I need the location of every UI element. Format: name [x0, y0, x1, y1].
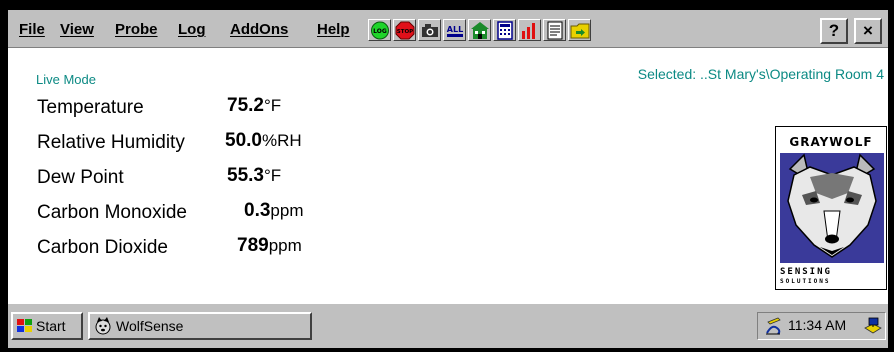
- bar-chart-button[interactable]: [518, 19, 541, 41]
- building-icon: [471, 22, 489, 39]
- carbon-dioxide-label: Carbon Dioxide: [37, 237, 168, 258]
- tray-schedule-icon[interactable]: [764, 316, 784, 336]
- stop-button[interactable]: STOP: [393, 19, 416, 41]
- humidity-value: 50.0%RH: [225, 130, 302, 151]
- camera-icon: [422, 24, 438, 37]
- carbon-monoxide-label: Carbon Monoxide: [37, 202, 187, 223]
- calculator-icon: [497, 21, 513, 40]
- menu-bar: File View Probe Log AddOns Help LOG STOP: [8, 10, 888, 48]
- wolf-icon: [780, 153, 884, 263]
- all-icon: ALL: [447, 25, 463, 37]
- folder-icon: [570, 23, 590, 39]
- camera-button[interactable]: [418, 19, 441, 41]
- dew-point-label: Dew Point: [37, 167, 124, 188]
- building-button[interactable]: [468, 19, 491, 41]
- temperature-value: 75.2°F: [227, 95, 282, 116]
- dew-point-value: 55.3°F: [227, 165, 282, 186]
- folder-button[interactable]: [568, 19, 591, 41]
- menu-addons[interactable]: AddOns: [230, 21, 288, 38]
- start-button[interactable]: Start: [11, 312, 83, 340]
- help-button[interactable]: ?: [820, 18, 848, 44]
- logo-title: GRAYWOLF: [789, 135, 873, 149]
- clock[interactable]: 11:34 AM: [788, 317, 846, 333]
- stop-icon: STOP: [395, 21, 415, 40]
- svg-text:LOG: LOG: [373, 28, 387, 35]
- log-icon: LOG: [371, 21, 389, 40]
- logo-subtitle: SENSING: [780, 267, 832, 277]
- desktop-icon[interactable]: [862, 315, 884, 337]
- bar-chart-icon: [522, 23, 535, 39]
- selected-location-label: Selected: ..St Mary's\Operating Room 4: [637, 66, 884, 82]
- humidity-label: Relative Humidity: [37, 132, 185, 153]
- report-icon: [547, 21, 563, 40]
- mode-label: Live Mode: [36, 72, 96, 87]
- windows-logo-icon: [17, 319, 32, 332]
- wolf-app-icon: [95, 317, 111, 335]
- menu-probe[interactable]: Probe: [115, 21, 158, 38]
- calculator-button[interactable]: [493, 19, 516, 41]
- svg-text:ALL: ALL: [447, 25, 463, 34]
- svg-text:STOP: STOP: [397, 29, 413, 35]
- logo-subtitle-small: SOLUTIONS: [780, 278, 831, 285]
- carbon-dioxide-value: 789ppm: [237, 235, 302, 256]
- close-button[interactable]: ×: [854, 18, 882, 44]
- taskbar: Start WolfSense 11:34 AM: [8, 302, 888, 348]
- screen: File View Probe Log AddOns Help LOG STOP: [8, 10, 888, 348]
- menu-help[interactable]: Help: [317, 21, 350, 38]
- carbon-monoxide-value: 0.3ppm: [244, 200, 304, 221]
- menu-file[interactable]: File: [19, 21, 45, 38]
- log-button[interactable]: LOG: [368, 19, 391, 41]
- report-button[interactable]: [543, 19, 566, 41]
- start-label: Start: [36, 318, 66, 334]
- all-button[interactable]: ALL: [443, 19, 466, 41]
- taskbar-app-label: WolfSense: [116, 318, 184, 334]
- graywolf-logo: GRAYWOLF SENSING SOLUTIONS: [775, 126, 887, 290]
- menu-log[interactable]: Log: [178, 21, 206, 38]
- system-tray: 11:34 AM: [757, 312, 886, 340]
- menu-view[interactable]: View: [60, 21, 94, 38]
- temperature-label: Temperature: [37, 97, 144, 118]
- taskbar-app-wolfsense[interactable]: WolfSense: [88, 312, 312, 340]
